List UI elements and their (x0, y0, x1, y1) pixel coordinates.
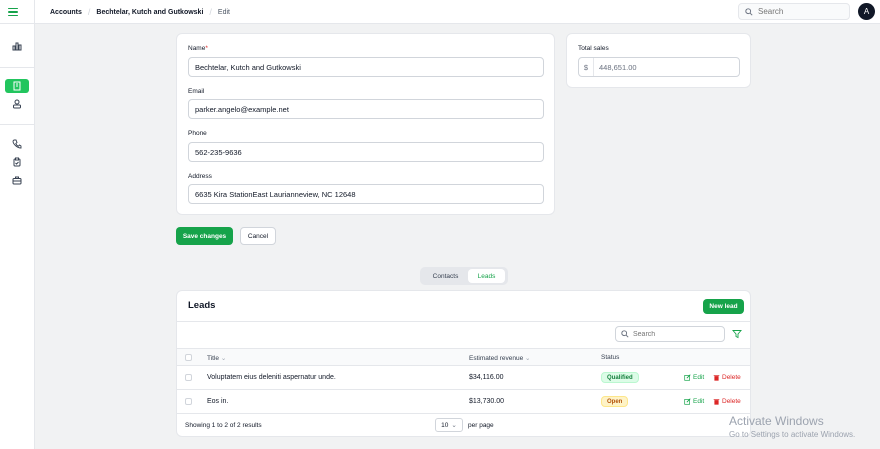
edit-icon (684, 374, 691, 381)
name-label: Name* (188, 45, 208, 52)
edit-button[interactable]: Edit (684, 374, 704, 381)
sidebar-divider (0, 124, 35, 125)
relation-tabs: Contacts Leads (420, 267, 508, 285)
table-row[interactable]: Eos in. $13,730.00 Open Edit Delete (177, 390, 750, 414)
trash-icon (713, 375, 720, 381)
leads-table-card: Leads New lead Title ⌄ Estimated revenue… (176, 290, 751, 437)
global-search[interactable] (738, 3, 850, 20)
chevron-down-icon: ⌄ (525, 355, 531, 362)
cancel-button[interactable]: Cancel (240, 227, 276, 245)
lead-revenue: $34,116.00 (469, 374, 504, 381)
leads-search[interactable] (615, 326, 725, 342)
dashboard-icon[interactable] (5, 39, 29, 53)
chevron-down-icon: ⌄ (451, 422, 457, 429)
breadcrumb-edit: Edit (217, 8, 230, 16)
phone-icon[interactable] (5, 137, 29, 151)
breadcrumb-account-name[interactable]: Bechtelar, Kutch and Gutkowski (96, 9, 203, 16)
breadcrumb-separator: / (87, 7, 91, 17)
total-sales-field: $ 448,651.00 (578, 57, 740, 77)
tab-contacts[interactable]: Contacts (423, 269, 468, 283)
address-field[interactable]: 6635 Kira StationEast Laurianneview, NC … (188, 184, 544, 204)
total-sales-value: 448,651.00 (599, 62, 637, 72)
delete-button[interactable]: Delete (713, 374, 741, 381)
status-badge: Qualified (601, 372, 639, 383)
leads-heading: Leads (188, 300, 216, 311)
avatar[interactable]: A (858, 3, 875, 20)
new-lead-button[interactable]: New lead (703, 299, 744, 314)
activation-watermark-subtitle: Go to Settings to activate Windows. (729, 430, 856, 439)
column-status: Status (601, 354, 620, 361)
per-page-label: per page (468, 422, 494, 429)
sidebar-divider (0, 67, 35, 68)
search-icon (745, 7, 753, 16)
account-form-card: Name* Bechtelar, Kutch and Gutkowski Ema… (176, 33, 555, 215)
edit-icon (684, 398, 691, 405)
sidebar (0, 24, 35, 449)
search-icon (621, 330, 629, 338)
select-all-checkbox[interactable] (185, 354, 192, 361)
contacts-icon[interactable] (5, 97, 29, 111)
per-page-select[interactable]: 10 ⌄ (435, 418, 463, 432)
results-summary: Showing 1 to 2 of 2 results (185, 422, 262, 429)
address-label: Address (188, 173, 212, 180)
trash-icon (713, 399, 720, 405)
lead-title: Eos in. (207, 398, 229, 405)
table-header: Title ⌄ Estimated revenue ⌄ Status (177, 348, 750, 366)
column-revenue[interactable]: Estimated revenue ⌄ (469, 354, 530, 362)
divider (34, 0, 35, 24)
lead-revenue: $13,730.00 (469, 398, 505, 405)
currency-prefix: $ (579, 58, 594, 76)
clipboard-icon[interactable] (5, 155, 29, 169)
breadcrumb: Accounts / Bechtelar, Kutch and Gutkowsk… (50, 7, 230, 17)
email-label: Email (188, 88, 205, 95)
filter-icon[interactable] (732, 329, 742, 341)
save-button[interactable]: Save changes (176, 227, 233, 245)
activation-watermark-title: Activate Windows (729, 414, 824, 428)
chevron-down-icon: ⌄ (220, 355, 227, 362)
top-bar: Accounts / Bechtelar, Kutch and Gutkowsk… (0, 0, 880, 24)
row-checkbox[interactable] (185, 398, 192, 405)
delete-button[interactable]: Delete (713, 398, 741, 405)
edit-button[interactable]: Edit (684, 398, 704, 405)
breadcrumb-separator: / (209, 7, 212, 17)
menu-icon[interactable] (8, 5, 22, 19)
required-marker: * (205, 45, 208, 52)
column-title[interactable]: Title ⌄ (207, 354, 226, 362)
phone-label: Phone (188, 130, 207, 137)
divider (177, 321, 750, 322)
briefcase-icon[interactable] (5, 173, 29, 187)
phone-field[interactable]: 562-235-9636 (188, 142, 544, 162)
email-field[interactable]: parker.angelo@example.net (188, 99, 544, 119)
tab-leads[interactable]: Leads (468, 269, 505, 283)
breadcrumb-accounts[interactable]: Accounts (50, 9, 82, 16)
leads-search-input[interactable] (633, 330, 713, 338)
lead-title: Voluptatem eius deleniti aspernatur unde… (207, 374, 336, 381)
accounts-icon[interactable] (5, 79, 29, 93)
total-sales-label: Total sales (578, 45, 609, 52)
table-row[interactable]: Voluptatem eius deleniti aspernatur unde… (177, 366, 750, 390)
name-field[interactable]: Bechtelar, Kutch and Gutkowski (188, 57, 544, 77)
total-sales-card: Total sales $ 448,651.00 (566, 33, 751, 88)
global-search-input[interactable] (758, 7, 838, 16)
row-checkbox[interactable] (185, 374, 192, 381)
status-badge: Open (601, 396, 629, 407)
